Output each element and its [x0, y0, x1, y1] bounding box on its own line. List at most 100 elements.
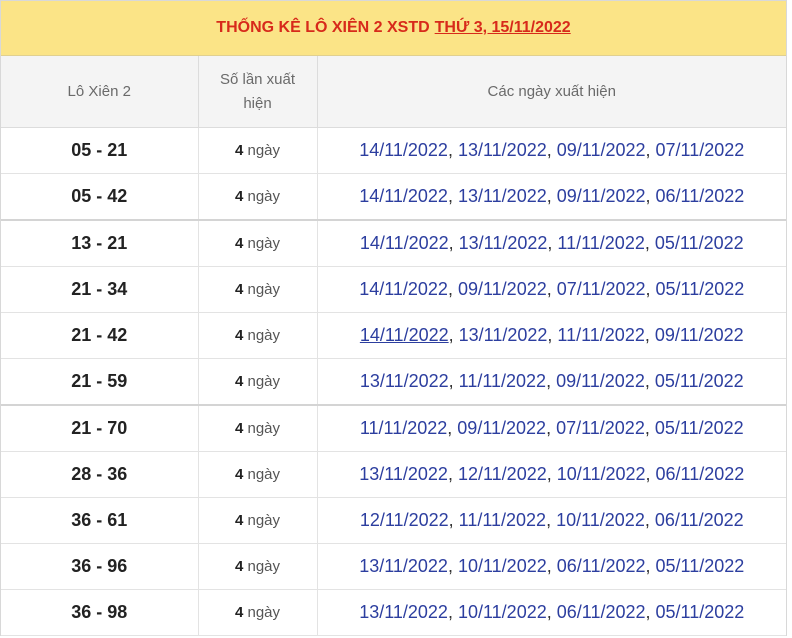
date-link[interactable]: 11/11/2022	[459, 371, 546, 391]
count-value: 4	[234, 373, 244, 390]
date-link[interactable]: 11/11/2022	[557, 233, 644, 253]
title-date-link[interactable]: THỨ 3, 15/11/2022	[435, 19, 571, 37]
count-cell: 4 ngày	[198, 312, 318, 359]
date-link[interactable]: 10/11/2022	[557, 464, 646, 484]
pair-cell: 36 - 96	[1, 543, 199, 590]
date-link[interactable]: 10/11/2022	[458, 556, 547, 576]
date-link[interactable]: 09/11/2022	[556, 371, 645, 391]
date-link[interactable]: 07/11/2022	[557, 279, 646, 299]
date-separator: ,	[645, 140, 656, 160]
dates-cell: 12/11/2022, 11/11/2022, 10/11/2022, 06/1…	[317, 497, 786, 544]
table-row: 21 - 42 4 ngày 14/11/2022, 13/11/2022, 11/…	[1, 312, 786, 359]
count-unit: ngày	[247, 327, 281, 344]
count-cell: 4 ngày	[198, 543, 318, 590]
dates-cell: 14/11/2022, 13/11/2022, 09/11/2022, 07/1…	[317, 127, 786, 174]
table-row: 21 - 34 4 ngày 14/11/2022, 09/11/2022, 07/…	[1, 266, 786, 313]
date-link[interactable]: 09/11/2022	[457, 418, 546, 438]
date-link[interactable]: 10/11/2022	[458, 602, 547, 622]
dates-cell: 14/11/2022, 13/11/2022, 11/11/2022, 09/1…	[317, 312, 786, 359]
date-link[interactable]: 06/11/2022	[557, 602, 646, 622]
count-unit: ngày	[247, 420, 281, 437]
count-cell: 4 ngày	[198, 497, 318, 544]
date-separator: ,	[546, 418, 557, 438]
date-link[interactable]: 05/11/2022	[655, 371, 744, 391]
date-link[interactable]: 07/11/2022	[556, 418, 645, 438]
date-separator: ,	[546, 371, 557, 391]
table-row: 36 - 96 4 ngày 13/11/2022, 10/11/2022, 06/…	[1, 543, 786, 590]
date-link[interactable]: 13/11/2022	[459, 325, 548, 345]
date-link[interactable]: 13/11/2022	[359, 556, 448, 576]
table-row: 28 - 36 4 ngày 13/11/2022, 12/11/2022, 10/…	[1, 451, 786, 498]
table-row: 21 - 70 4 ngày 11/11/2022, 09/11/2022, 07/…	[1, 405, 786, 452]
date-separator: ,	[448, 325, 459, 345]
date-link[interactable]: 10/11/2022	[556, 510, 645, 530]
date-separator: ,	[447, 418, 458, 438]
dates-cell: 13/11/2022, 11/11/2022, 09/11/2022, 05/1…	[317, 358, 786, 406]
date-link[interactable]: 06/11/2022	[655, 510, 744, 530]
date-link[interactable]: 12/11/2022	[360, 510, 449, 530]
count-value: 4	[234, 142, 244, 159]
table-row: 13 - 21 4 ngày 14/11/2022, 13/11/2022, 11/…	[1, 220, 786, 267]
table-row: 36 - 98 4 ngày 13/11/2022, 10/11/2022, 06/…	[1, 589, 786, 636]
pair-cell: 36 - 61	[1, 497, 199, 544]
date-separator: ,	[645, 186, 656, 206]
date-link[interactable]: 09/11/2022	[655, 325, 744, 345]
date-link[interactable]: 14/11/2022	[360, 325, 449, 345]
dates-cell: 13/11/2022, 10/11/2022, 06/11/2022, 05/1…	[317, 589, 786, 636]
count-value: 4	[234, 188, 244, 205]
count-unit: ngày	[247, 558, 281, 575]
date-link[interactable]: 13/11/2022	[458, 140, 547, 160]
date-link[interactable]: 09/11/2022	[557, 140, 646, 160]
date-link[interactable]: 13/11/2022	[359, 602, 448, 622]
date-link[interactable]: 07/11/2022	[656, 140, 745, 160]
date-separator: ,	[644, 510, 655, 530]
date-link[interactable]: 12/11/2022	[458, 464, 547, 484]
title-prefix: THỐNG KÊ LÔ XIÊN 2 XSTD	[216, 19, 430, 36]
date-link[interactable]: 06/11/2022	[656, 464, 745, 484]
date-separator: ,	[645, 464, 656, 484]
count-value: 4	[234, 466, 244, 483]
date-separator: ,	[546, 602, 557, 622]
count-cell: 4 ngày	[198, 220, 318, 267]
date-link[interactable]: 14/11/2022	[360, 233, 449, 253]
date-link[interactable]: 05/11/2022	[655, 418, 744, 438]
count-cell: 4 ngày	[198, 173, 318, 221]
date-link[interactable]: 05/11/2022	[655, 233, 744, 253]
date-link[interactable]: 09/11/2022	[557, 186, 646, 206]
date-link[interactable]: 13/11/2022	[458, 186, 547, 206]
count-unit: ngày	[247, 512, 281, 529]
header-pair: Lô Xiên 2	[1, 56, 199, 128]
count-value: 4	[234, 281, 244, 298]
count-unit: ngày	[247, 373, 281, 390]
date-link[interactable]: 11/11/2022	[459, 510, 546, 530]
date-link[interactable]: 14/11/2022	[359, 186, 448, 206]
table-row: 36 - 61 4 ngày 12/11/2022, 11/11/2022, 10/…	[1, 497, 786, 544]
count-unit: ngày	[247, 142, 281, 159]
date-link[interactable]: 05/11/2022	[656, 279, 745, 299]
date-separator: ,	[546, 279, 557, 299]
date-link[interactable]: 13/11/2022	[459, 233, 548, 253]
pair-cell: 21 - 59	[1, 358, 199, 406]
count-cell: 4 ngày	[198, 589, 318, 636]
date-link[interactable]: 13/11/2022	[359, 464, 448, 484]
date-separator: ,	[447, 556, 458, 576]
date-link[interactable]: 11/11/2022	[360, 418, 447, 438]
count-cell: 4 ngày	[198, 358, 318, 406]
count-cell: 4 ngày	[198, 127, 318, 174]
count-unit: ngày	[247, 604, 281, 621]
count-cell: 4 ngày	[198, 266, 318, 313]
date-separator: ,	[644, 418, 655, 438]
header-count: Số lần xuất hiện	[198, 56, 318, 128]
date-link[interactable]: 06/11/2022	[557, 556, 646, 576]
date-link[interactable]: 14/11/2022	[359, 279, 448, 299]
pair-cell: 21 - 70	[1, 405, 199, 452]
date-link[interactable]: 09/11/2022	[458, 279, 547, 299]
count-value: 4	[234, 558, 244, 575]
date-link[interactable]: 05/11/2022	[656, 556, 745, 576]
date-link[interactable]: 05/11/2022	[656, 602, 745, 622]
date-link[interactable]: 11/11/2022	[557, 325, 644, 345]
date-link[interactable]: 14/11/2022	[359, 140, 448, 160]
table-header-row: Lô Xiên 2 Số lần xuất hiện Các ngày xuất…	[1, 56, 786, 128]
date-link[interactable]: 13/11/2022	[360, 371, 449, 391]
date-link[interactable]: 06/11/2022	[656, 186, 745, 206]
